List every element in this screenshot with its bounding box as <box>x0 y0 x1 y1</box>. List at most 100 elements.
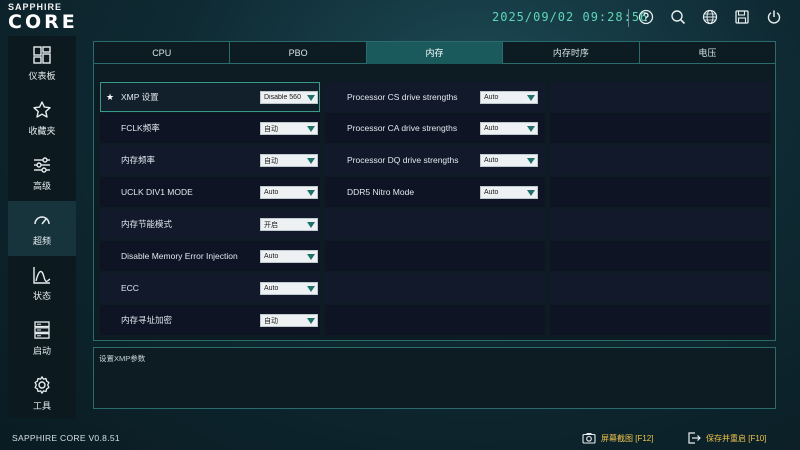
chevron-down-icon <box>525 92 537 103</box>
tab-memory-timing[interactable]: 内存时序 <box>503 42 640 64</box>
favorite-star-icon[interactable]: ★ <box>106 82 114 112</box>
setting-row-fclk[interactable]: FCLK频率 自动 <box>100 113 320 143</box>
setting-label: UCLK DIV1 MODE <box>121 187 193 197</box>
uclk-dropdown[interactable]: Auto <box>260 186 318 199</box>
logo-main-text: CORE <box>8 11 78 33</box>
sidebar-item-dashboard[interactable]: 仪表板 <box>8 36 76 91</box>
chevron-down-icon <box>305 251 317 262</box>
sidebar-item-advanced[interactable]: 高级 <box>8 146 76 201</box>
empty-row <box>325 209 545 239</box>
version-label: SAPPHIRE CORE V0.8.51 <box>12 433 120 443</box>
sidebar-item-tools[interactable]: 工具 <box>8 366 76 421</box>
description-panel: 设置XMP参数 <box>93 347 776 409</box>
sidebar-label: 高级 <box>32 181 51 191</box>
empty-row <box>550 82 770 112</box>
dropdown-value: Disable 560 <box>264 94 301 101</box>
setting-label: 内存节能模式 <box>121 219 173 229</box>
dropdown-value: Auto <box>484 94 499 101</box>
dashboard-icon <box>33 46 51 64</box>
tab-memory[interactable]: 内存 <box>366 42 504 64</box>
dropdown-value: 自动 <box>264 317 278 325</box>
empty-row <box>550 305 770 335</box>
save-icon[interactable] <box>733 8 751 26</box>
header-divider <box>628 9 629 27</box>
search-icon[interactable] <box>669 8 687 26</box>
tab-cpu[interactable]: CPU <box>94 42 231 64</box>
setting-label: DDR5 Nitro Mode <box>347 187 415 197</box>
ca-drive-dropdown[interactable]: Auto <box>480 122 538 135</box>
setting-label: Disable Memory Error Injection <box>121 251 238 261</box>
setting-row-cs-drive[interactable]: Processor CS drive strengths Auto <box>325 82 545 112</box>
top-bar: SAPPHIRE CORE 2025/09/02 09:28:56 <box>0 0 800 36</box>
dropdown-value: Auto <box>264 253 279 260</box>
gear-icon <box>34 376 50 394</box>
screenshot-label: 屏幕截图 [F12] <box>601 433 654 443</box>
xmp-dropdown[interactable]: Disable 560 <box>260 91 318 104</box>
sidebar-item-favorites[interactable]: 收藏夹 <box>8 91 76 146</box>
setting-row-error-injection[interactable]: Disable Memory Error Injection Auto <box>100 241 320 271</box>
setting-label: FCLK频率 <box>121 123 160 133</box>
setting-row-dq-drive[interactable]: Processor DQ drive strengths Auto <box>325 145 545 175</box>
gauge-icon <box>34 216 50 225</box>
globe-icon[interactable] <box>701 8 719 26</box>
error-injection-dropdown[interactable]: Auto <box>260 250 318 263</box>
chevron-down-icon <box>305 155 317 166</box>
dq-drive-dropdown[interactable]: Auto <box>480 154 538 167</box>
setting-label: Processor CA drive strengths <box>347 123 458 133</box>
tab-voltage[interactable]: 电压 <box>640 42 775 64</box>
empty-row <box>325 273 545 303</box>
chevron-down-icon <box>305 283 317 294</box>
ddr5-nitro-dropdown[interactable]: Auto <box>480 186 538 199</box>
dropdown-value: Auto <box>264 285 279 292</box>
sidebar-item-boot[interactable]: 启动 <box>8 311 76 366</box>
tab-pbo[interactable]: PBO <box>230 42 367 64</box>
sidebar-label: 启动 <box>32 346 51 356</box>
settings-panel: CPU PBO 内存 内存时序 电压 ★ XMP 设置 Disable 560 … <box>93 41 776 341</box>
help-icon[interactable] <box>637 8 655 26</box>
memory-encryption-dropdown[interactable]: 自动 <box>260 314 318 327</box>
dropdown-value: Auto <box>484 189 499 196</box>
empty-row <box>325 305 545 335</box>
setting-row-memory-frequency[interactable]: 内存频率 自动 <box>100 145 320 175</box>
camera-icon <box>582 433 596 444</box>
dropdown-value: Auto <box>264 189 279 196</box>
dropdown-value: Auto <box>484 125 499 132</box>
sidebar-label: 超频 <box>32 236 51 246</box>
dropdown-value: 自动 <box>264 157 278 165</box>
empty-row <box>550 273 770 303</box>
dropdown-value: 自动 <box>264 125 278 133</box>
setting-row-ddr5-nitro[interactable]: DDR5 Nitro Mode Auto <box>325 177 545 207</box>
setting-row-memory-power-saving[interactable]: 内存节能模式 开启 <box>100 209 320 239</box>
setting-row-uclk[interactable]: UCLK DIV1 MODE Auto <box>100 177 320 207</box>
empty-row <box>550 113 770 143</box>
ecc-dropdown[interactable]: Auto <box>260 282 318 295</box>
tab-bar: CPU PBO 内存 内存时序 电压 <box>94 42 775 64</box>
description-text: 设置XMP参数 <box>99 354 146 363</box>
setting-label: 内存寻址加密 <box>121 315 173 325</box>
fclk-dropdown[interactable]: 自动 <box>260 122 318 135</box>
setting-row-xmp[interactable]: ★ XMP 设置 Disable 560 <box>100 82 320 112</box>
memory-power-saving-dropdown[interactable]: 开启 <box>260 218 318 231</box>
chevron-down-icon <box>305 92 317 103</box>
screenshot-button[interactable]: 屏幕截图 [F12] <box>582 430 653 446</box>
save-restart-button[interactable]: 保存并重启 [F10] <box>687 430 766 446</box>
sidebar-label: 工具 <box>32 401 51 411</box>
empty-row <box>550 145 770 175</box>
cs-drive-dropdown[interactable]: Auto <box>480 91 538 104</box>
empty-row <box>550 241 770 271</box>
chevron-down-icon <box>525 123 537 134</box>
setting-row-ca-drive[interactable]: Processor CA drive strengths Auto <box>325 113 545 143</box>
sidebar-label: 收藏夹 <box>28 126 56 136</box>
sidebar-item-status[interactable]: 状态 <box>8 256 76 311</box>
exit-icon <box>688 432 701 444</box>
setting-label: 内存频率 <box>121 155 156 165</box>
chevron-down-icon <box>305 315 317 326</box>
setting-row-ecc[interactable]: ECC Auto <box>100 273 320 303</box>
sliders-icon <box>34 157 50 173</box>
power-icon[interactable] <box>765 8 783 26</box>
memory-frequency-dropdown[interactable]: 自动 <box>260 154 318 167</box>
sidebar-item-overclock[interactable]: 超频 <box>8 201 76 256</box>
setting-label: Processor DQ drive strengths <box>347 155 459 165</box>
setting-row-memory-encryption[interactable]: 内存寻址加密 自动 <box>100 305 320 335</box>
empty-row <box>325 241 545 271</box>
